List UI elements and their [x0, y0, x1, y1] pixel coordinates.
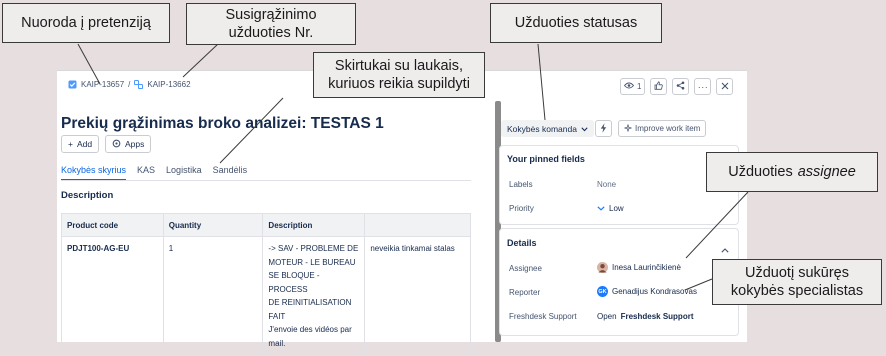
callout-emphasis: assignee [797, 164, 856, 180]
callout-assignee: Užduoties assignee [706, 152, 878, 192]
callout-line: kokybės specialistas [730, 283, 864, 299]
callout-line: užduoties Nr. [228, 25, 314, 41]
callout-link-label: Nuoroda į pretenziją [2, 3, 170, 43]
callout-status: Užduoties statusas [490, 3, 662, 43]
callout-reporter: Užduotį sukūręs kokybės specialistas [712, 259, 882, 305]
callout-line: Užduotį sukūręs [745, 265, 849, 281]
callout-tabs: Skirtukai su laukais, kuriuos reikia sup… [313, 52, 485, 98]
callout-line: Skirtukai su laukais, [334, 58, 464, 74]
callout-line: Susigrąžinimo [225, 7, 317, 23]
callout-task-number: Susigrąžinimo užduoties Nr. [186, 3, 356, 45]
callout-line: kuriuos reikia supildyti [328, 76, 470, 92]
callout-line: Užduoties [728, 164, 793, 180]
